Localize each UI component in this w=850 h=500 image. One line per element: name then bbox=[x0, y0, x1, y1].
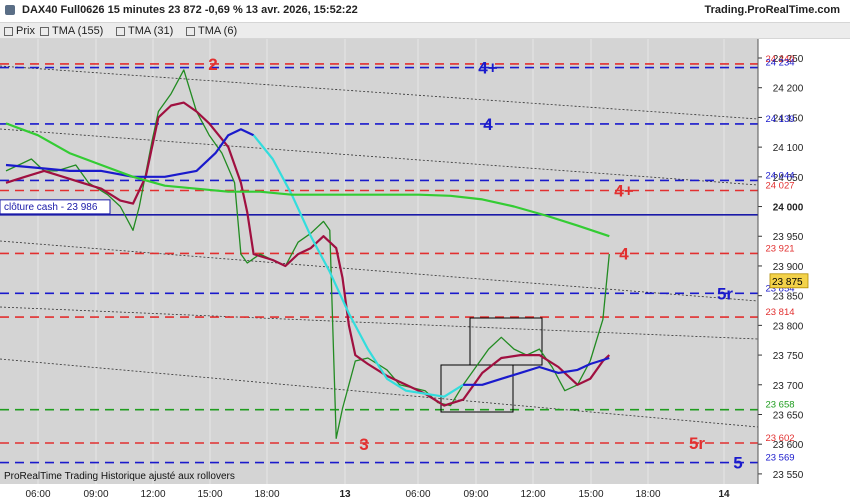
legend-item-prix[interactable]: Prix bbox=[4, 25, 35, 37]
x-tick-label: 12:00 bbox=[520, 489, 545, 500]
legend-item-tma-31[interactable]: TMA (31) bbox=[116, 25, 173, 37]
x-tick-label: 06:00 bbox=[405, 489, 430, 500]
legend-label: TMA (155) bbox=[52, 25, 104, 37]
legend-item-tma-155[interactable]: TMA (155) bbox=[40, 25, 103, 37]
plot-area bbox=[0, 39, 758, 484]
level-tag: 4+ bbox=[614, 182, 633, 201]
pivot-tag: 3 bbox=[359, 435, 368, 454]
legend-label: Prix bbox=[16, 25, 35, 37]
chart-header: DAX40 Full0626 15 minutes 23 872 -0,69 %… bbox=[0, 0, 850, 22]
legend-item-tma-6[interactable]: TMA (6) bbox=[186, 25, 237, 37]
y-tick-label: 23 650 bbox=[773, 410, 804, 421]
legend-label: TMA (31) bbox=[128, 25, 174, 37]
y-tick-label: 23 700 bbox=[773, 381, 804, 392]
last-price-value: 23 875 bbox=[772, 277, 803, 288]
level-value-label: 23 921 bbox=[765, 243, 794, 254]
legend-swatch-icon bbox=[186, 26, 195, 36]
indicator-legend-bar: Prix TMA (155) TMA (31) TMA (6) bbox=[0, 22, 850, 39]
last-price-badge: 23 875 bbox=[769, 273, 809, 289]
level-value-label: 24 234 bbox=[765, 58, 794, 69]
level-tag: 5r bbox=[689, 434, 705, 453]
platform-logo-icon bbox=[5, 5, 15, 15]
cash-close-label: clôture cash - 23 986 bbox=[4, 202, 98, 213]
x-tick-label: 15:00 bbox=[197, 489, 222, 500]
x-tick-label: 06:00 bbox=[25, 489, 50, 500]
level-value-label: 24 139 bbox=[765, 114, 794, 125]
y-tick-label: 24 100 bbox=[773, 143, 804, 154]
x-tick-label: 12:00 bbox=[140, 489, 165, 500]
x-tick-label: 15:00 bbox=[578, 489, 603, 500]
x-tick-label: 14 bbox=[718, 489, 730, 500]
level-tag: 2 bbox=[208, 55, 217, 74]
brand-label: Trading.ProRealTime.com bbox=[704, 4, 840, 16]
level-tag: 4 bbox=[483, 115, 493, 134]
y-tick-label: 23 550 bbox=[773, 470, 804, 481]
price-chart[interactable]: 23 55023 60023 65023 70023 75023 80023 8… bbox=[0, 39, 850, 500]
x-tick-label: 09:00 bbox=[83, 489, 108, 500]
legend-label: TMA (6) bbox=[198, 25, 238, 37]
x-tick-label: 18:00 bbox=[635, 489, 660, 500]
level-tag: 4+ bbox=[478, 59, 497, 78]
y-tick-label: 24 000 bbox=[773, 203, 804, 214]
x-tick-label: 09:00 bbox=[463, 489, 488, 500]
level-tag: 5 bbox=[733, 454, 742, 473]
level-tag: 4 bbox=[619, 244, 629, 263]
cash-close-label-group: clôture cash - 23 986 bbox=[0, 199, 111, 215]
y-tick-label: 23 950 bbox=[773, 232, 804, 243]
x-tick-label: 13 bbox=[339, 489, 351, 500]
chart-title: DAX40 Full0626 15 minutes 23 872 -0,69 %… bbox=[22, 4, 358, 16]
level-value-label: 23 602 bbox=[765, 433, 794, 444]
y-tick-label: 24 200 bbox=[773, 84, 804, 95]
legend-swatch-icon bbox=[40, 26, 49, 36]
level-value-label: 23 658 bbox=[765, 400, 794, 411]
level-value-label: 23 814 bbox=[765, 307, 794, 318]
legend-swatch-icon bbox=[116, 26, 125, 36]
x-tick-label: 18:00 bbox=[254, 489, 279, 500]
level-value-label: 23 569 bbox=[765, 453, 794, 464]
y-tick-label: 23 900 bbox=[773, 262, 804, 273]
level-value-label: 24 027 bbox=[765, 181, 794, 192]
footer-note: ProRealTime Trading Historique ajusté au… bbox=[4, 471, 235, 482]
legend-swatch-icon bbox=[4, 26, 13, 36]
y-tick-label: 23 800 bbox=[773, 321, 804, 332]
y-tick-label: 23 750 bbox=[773, 351, 804, 362]
level-tag: 5r bbox=[717, 284, 733, 303]
